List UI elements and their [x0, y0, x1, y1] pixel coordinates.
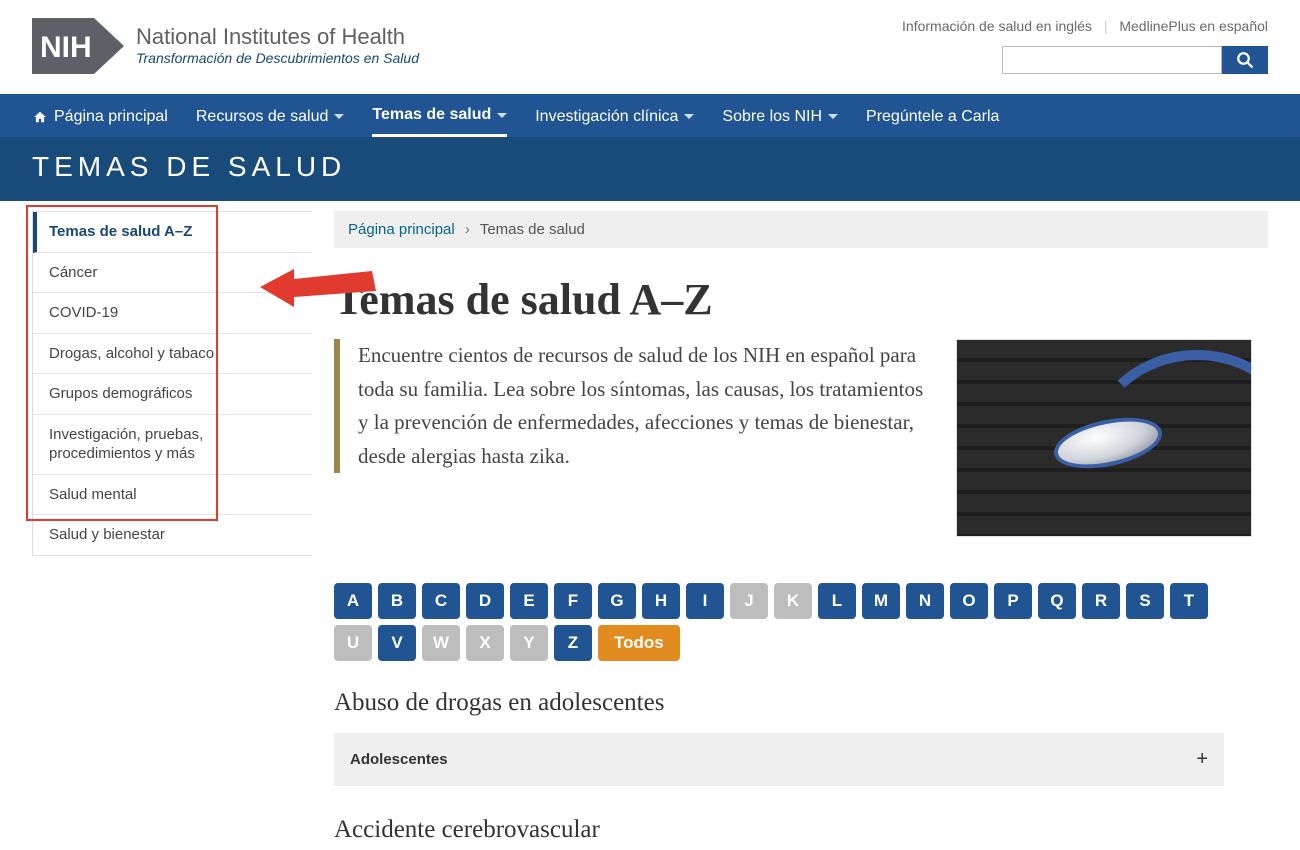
accordion-0[interactable]: Adolescentes +	[334, 733, 1224, 786]
alphabet-filter: ABCDEFGHIJKLMNOPQRST UVWXYZTodos	[334, 583, 1214, 661]
plus-icon: +	[1196, 748, 1208, 771]
intro-image-stethoscope	[956, 339, 1252, 537]
page-title: Temas de salud A–Z	[334, 274, 1268, 325]
breadcrumb: Página principal › Temas de salud	[334, 211, 1268, 248]
alpha-U: U	[334, 625, 372, 661]
nav-item-3[interactable]: Investigación clínica	[535, 94, 694, 137]
nav-label: Sobre los NIH	[722, 108, 822, 126]
chevron-down-icon	[497, 113, 507, 118]
alpha-D[interactable]: D	[466, 583, 504, 619]
alpha-F[interactable]: F	[554, 583, 592, 619]
util-link-medlineplus[interactable]: MedlinePlus en español	[1119, 18, 1268, 34]
sidebar-item-5[interactable]: Investigación, pruebas, procedimientos y…	[33, 415, 312, 475]
alpha-G[interactable]: G	[598, 583, 636, 619]
crumb-current: Temas de salud	[480, 221, 585, 238]
alpha-Z[interactable]: Z	[554, 625, 592, 661]
alpha-J: J	[730, 583, 768, 619]
alpha-C[interactable]: C	[422, 583, 460, 619]
nih-logo[interactable]: NIH	[32, 18, 124, 74]
nav-label: Página principal	[54, 108, 168, 126]
alpha-S[interactable]: S	[1126, 583, 1164, 619]
alpha-O[interactable]: O	[950, 583, 988, 619]
sidebar-item-6[interactable]: Salud mental	[33, 475, 312, 516]
search-input[interactable]	[1002, 46, 1222, 74]
alpha-N[interactable]: N	[906, 583, 944, 619]
brand: NIH National Institutes of Health Transf…	[32, 18, 419, 74]
utility-links: Información de salud en inglés | Medline…	[902, 18, 1268, 34]
accordion-label: Adolescentes	[350, 751, 448, 768]
nav-label: Pregúntele a Carla	[866, 108, 999, 126]
alpha-H[interactable]: H	[642, 583, 680, 619]
chevron-down-icon	[684, 114, 694, 119]
annotation-arrow	[260, 267, 380, 327]
section-title: TEMAS DE SALUD	[32, 151, 1268, 183]
chevron-down-icon	[334, 114, 344, 119]
sidebar-item-7[interactable]: Salud y bienestar	[33, 515, 312, 555]
nav-label: Investigación clínica	[535, 108, 678, 126]
chevron-right-icon: ›	[465, 221, 470, 238]
topic-heading-0[interactable]: Abuso de drogas en adolescentes	[334, 689, 1268, 717]
alpha-P[interactable]: P	[994, 583, 1032, 619]
crumb-home[interactable]: Página principal	[348, 221, 455, 238]
sidebar: Temas de salud A–ZCáncerCOVID-19Drogas, …	[32, 211, 312, 556]
alpha-all[interactable]: Todos	[598, 625, 680, 661]
intro-text: Encuentre cientos de recursos de salud d…	[334, 339, 924, 473]
alpha-X: X	[466, 625, 504, 661]
util-link-english[interactable]: Información de salud en inglés	[902, 18, 1092, 34]
alpha-Y: Y	[510, 625, 548, 661]
brand-title: National Institutes of Health	[136, 24, 419, 50]
sidebar-item-0[interactable]: Temas de salud A–Z	[33, 212, 312, 253]
alpha-K: K	[774, 583, 812, 619]
alpha-A[interactable]: A	[334, 583, 372, 619]
alpha-T[interactable]: T	[1170, 583, 1208, 619]
alpha-V[interactable]: V	[378, 625, 416, 661]
alpha-R[interactable]: R	[1082, 583, 1120, 619]
chevron-down-icon	[828, 114, 838, 119]
nav-label: Recursos de salud	[196, 108, 329, 126]
alpha-B[interactable]: B	[378, 583, 416, 619]
svg-text:NIH: NIH	[40, 31, 92, 64]
search-button[interactable]	[1222, 46, 1268, 74]
sidebar-item-4[interactable]: Grupos demográficos	[33, 374, 312, 415]
section-band: TEMAS DE SALUD	[0, 137, 1300, 201]
alpha-E[interactable]: E	[510, 583, 548, 619]
alpha-M[interactable]: M	[862, 583, 900, 619]
nav-item-1[interactable]: Recursos de salud	[196, 94, 345, 137]
sidebar-item-3[interactable]: Drogas, alcohol y tabaco	[33, 334, 312, 375]
alpha-W: W	[422, 625, 460, 661]
nav-label: Temas de salud	[372, 106, 491, 124]
brand-tagline: Transformación de Descubrimientos en Sal…	[136, 50, 419, 66]
nav-item-2[interactable]: Temas de salud	[372, 94, 507, 137]
top-nav: Página principal Recursos de salud Temas d…	[0, 94, 1300, 137]
alpha-I[interactable]: I	[686, 583, 724, 619]
home-icon	[32, 110, 48, 124]
alpha-L[interactable]: L	[818, 583, 856, 619]
nav-item-4[interactable]: Sobre los NIH	[722, 94, 838, 137]
alpha-Q[interactable]: Q	[1038, 583, 1076, 619]
search-icon	[1236, 51, 1254, 69]
nav-item-0[interactable]: Página principal	[32, 94, 168, 137]
nav-item-5[interactable]: Pregúntele a Carla	[866, 94, 999, 137]
